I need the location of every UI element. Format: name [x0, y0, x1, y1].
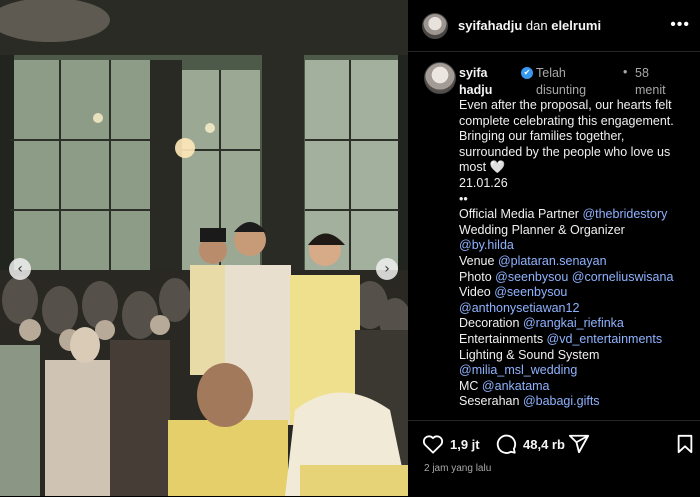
credit-entertainments: Entertainments @vd_entertainments: [459, 332, 691, 348]
post-actions: 1,9 jt 48,4 rb 2 jam yang lalu: [408, 420, 700, 497]
author-connector: dan: [522, 18, 552, 33]
chevron-left-icon[interactable]: ‹: [9, 258, 31, 280]
caption-text: Even after the proposal, our hearts felt…: [459, 98, 691, 410]
bookmark-icon: [677, 434, 693, 454]
post-side-panel: syifahadju dan elelrumi ••• syifahadju ✔…: [408, 0, 700, 496]
heart-icon: [422, 435, 444, 454]
credit-venue: Venue @plataran.senayan: [459, 254, 691, 270]
credit-wedding-planner: Wedding Planner & Organizer: [459, 223, 691, 239]
credit-label: Photo: [459, 269, 496, 284]
credit-video-handle: @anthonysetiawan12: [459, 301, 691, 317]
post-age[interactable]: 2 jam yang lalu: [424, 463, 491, 474]
engagement-photo-illustration: [0, 0, 408, 496]
credit-label: MC: [459, 378, 482, 393]
mention-link[interactable]: @babagi.gifts: [523, 394, 600, 408]
credit-wedding-planner-handle: @by.hilda: [459, 238, 691, 254]
mention-link[interactable]: @corneliuswisana: [572, 270, 674, 284]
mention-link[interactable]: @seenbysou: [494, 285, 567, 299]
mention-link[interactable]: @seenbysou: [495, 270, 568, 284]
caption-line: Bringing our families together,: [459, 129, 625, 144]
mention-link[interactable]: @plataran.senayan: [498, 254, 607, 268]
post-photo[interactable]: ‹ ›: [0, 0, 408, 496]
mention-link[interactable]: @anthonysetiawan12: [459, 301, 579, 315]
mention-link[interactable]: @vd_entertainments: [547, 332, 663, 346]
separator-dot: •: [623, 65, 628, 79]
more-icon[interactable]: •••: [670, 16, 690, 34]
caption-line: most 🤍: [459, 160, 506, 175]
caption-divider: ••: [459, 191, 468, 206]
credit-decoration: Decoration @rangkai_riefinka: [459, 316, 691, 332]
credit-seserahan: Seserahan @babagi.gifts: [459, 394, 691, 410]
caption-date: 21.01.26: [459, 175, 508, 190]
comment-button[interactable]: 48,4 rb: [495, 433, 565, 455]
verified-badge-icon: ✔: [521, 67, 533, 79]
credit-video: Video @seenbysou: [459, 285, 691, 301]
mention-link[interactable]: @rangkai_riefinka: [523, 316, 624, 330]
chevron-right-icon[interactable]: ›: [376, 258, 398, 280]
caption-line: surrounded by the people who love us: [459, 144, 671, 159]
credit-photo: Photo @seenbysou @corneliuswisana: [459, 270, 691, 286]
credit-label: Venue: [459, 253, 498, 268]
credit-label: Wedding Planner & Organizer: [459, 222, 625, 237]
credit-media-partner: Official Media Partner @thebridestory: [459, 207, 691, 223]
caption-line: Even after the proposal, our hearts felt: [459, 98, 672, 112]
like-button[interactable]: 1,9 jt: [422, 433, 480, 455]
mention-link[interactable]: @milia_msl_wedding: [459, 363, 577, 377]
like-count[interactable]: 1,9 jt: [450, 437, 480, 452]
collaborator-username[interactable]: elelrumi: [551, 18, 601, 33]
credit-label: Lighting & Sound System: [459, 347, 600, 362]
mention-link[interactable]: @ankatama: [482, 379, 550, 393]
caption-line: complete celebrating this engagement.: [459, 113, 674, 128]
share-icon: [568, 434, 590, 454]
credit-lighting-handle: @milia_msl_wedding: [459, 363, 691, 379]
comment-count[interactable]: 48,4 rb: [523, 437, 565, 452]
author-username[interactable]: syifahadju: [458, 18, 522, 33]
credit-lighting: Lighting & Sound System: [459, 348, 691, 364]
avatar[interactable]: [422, 12, 448, 39]
edited-label: Telah disunting: [536, 66, 587, 97]
credit-label: Decoration: [459, 316, 523, 331]
post-timestamp[interactable]: 58 menit: [635, 65, 675, 99]
caption-area: syifahadju ✔ Telah disunting • 58 menit …: [408, 52, 700, 419]
credit-label: Video: [459, 285, 495, 300]
mention-link[interactable]: @thebridestory: [582, 207, 667, 221]
credit-mc: MC @ankatama: [459, 379, 691, 395]
credit-label: Official Media Partner: [459, 207, 583, 222]
share-button[interactable]: [568, 433, 590, 455]
caption-username[interactable]: syifahadju: [459, 65, 493, 99]
save-button[interactable]: [676, 433, 694, 455]
post-authors: syifahadju dan elelrumi: [458, 18, 601, 33]
caption-avatar[interactable]: [424, 62, 456, 94]
credit-label: Entertainments: [459, 331, 547, 346]
credit-label: Seserahan: [459, 394, 523, 409]
mention-link[interactable]: @by.hilda: [459, 238, 514, 252]
post-header: syifahadju dan elelrumi •••: [408, 0, 700, 52]
comment-icon: [496, 434, 517, 454]
